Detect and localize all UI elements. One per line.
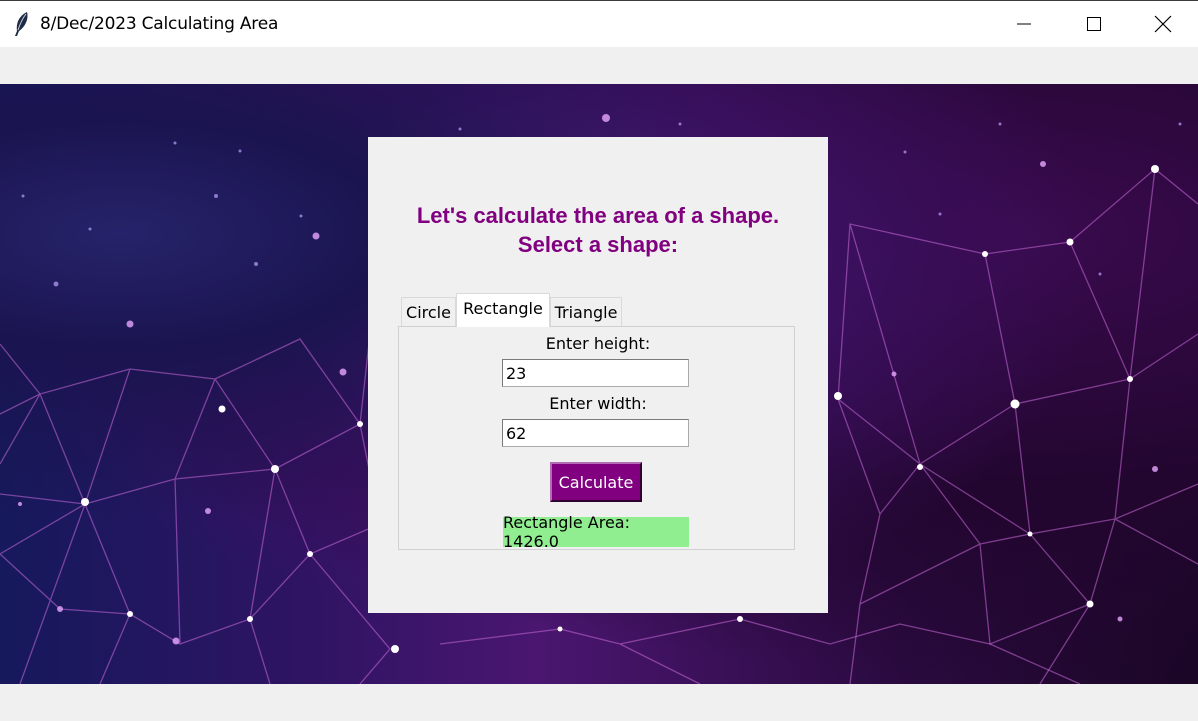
heading-line-2: Select a shape: [517, 232, 679, 257]
tab-rectangle[interactable]: Rectangle [456, 293, 550, 327]
heading-line-1: Let's calculate the area of a shape. [416, 203, 780, 228]
minimize-icon [1017, 23, 1031, 25]
page-heading: Let's calculate the area of a shape. Sel… [368, 201, 828, 259]
maximize-button[interactable] [1059, 1, 1129, 47]
feather-icon [13, 11, 31, 37]
height-field[interactable]: 23 [502, 359, 689, 387]
calculate-button[interactable]: Calculate [550, 462, 642, 502]
close-button[interactable] [1128, 1, 1198, 47]
width-field[interactable]: 62 [502, 419, 689, 447]
tab-circle[interactable]: Circle [401, 297, 456, 326]
height-label: Enter height: [545, 334, 651, 353]
title-bar: 8/Dec/2023 Calculating Area [0, 0, 1198, 47]
window-title: 8/Dec/2023 Calculating Area [40, 14, 279, 34]
minimize-button[interactable] [989, 1, 1059, 47]
result-label: Rectangle Area: 1426.0 [503, 513, 689, 551]
close-icon [1154, 15, 1172, 33]
width-label: Enter width: [549, 394, 647, 413]
tab-triangle[interactable]: Triangle [550, 297, 622, 326]
maximize-icon [1087, 17, 1101, 31]
calculator-panel: Let's calculate the area of a shape. Sel… [368, 137, 828, 613]
